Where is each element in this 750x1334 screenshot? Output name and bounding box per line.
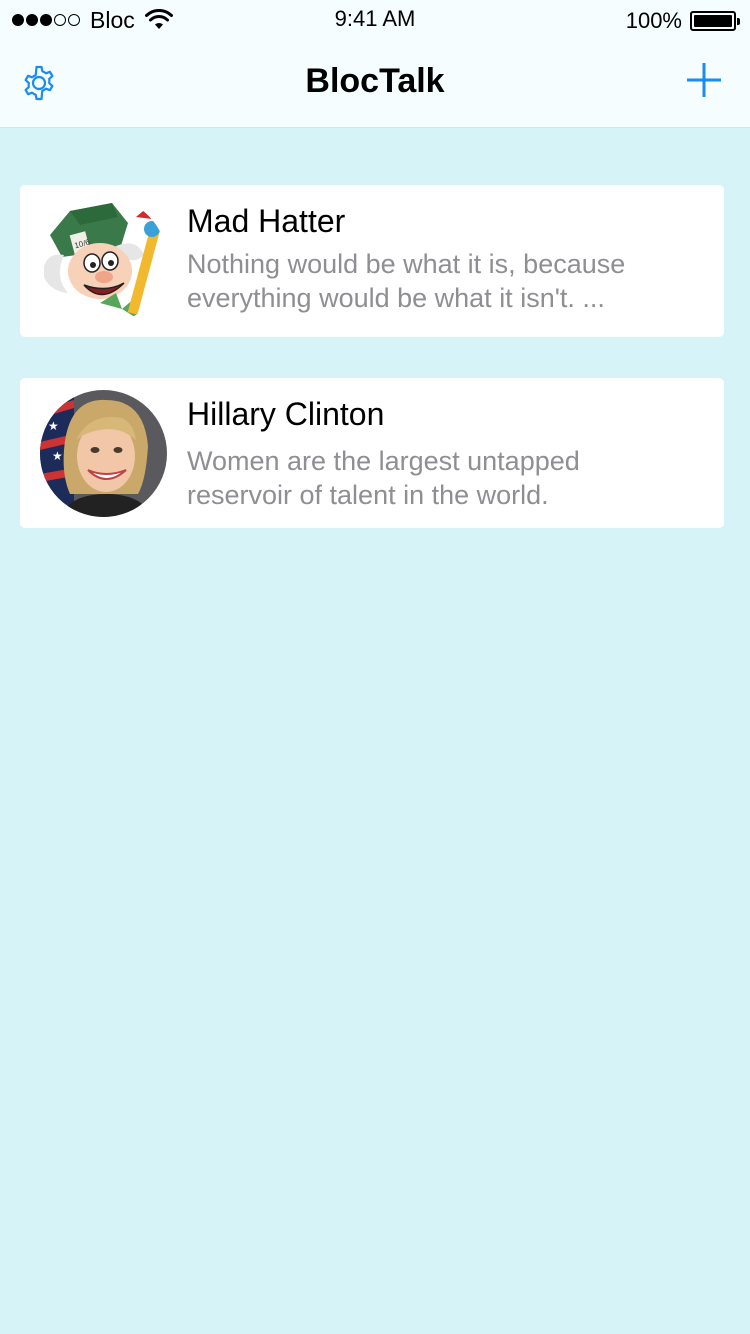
avatar: 10/6	[40, 197, 167, 324]
avatar: ★ ★	[40, 390, 167, 517]
conversation-card[interactable]: ★ ★ Hillary Clinton Women are the larges…	[20, 378, 724, 528]
navigation-bar: BlocTalk	[0, 40, 750, 128]
conversation-name: Hillary Clinton	[187, 396, 385, 432]
conversation-preview: Nothing would be what it is, because eve…	[187, 247, 707, 315]
svg-text:★: ★	[52, 449, 63, 463]
battery-percentage: 100%	[625, 8, 682, 33]
preview-line: reservoir of talent in the world.	[187, 480, 549, 510]
status-bar: Bloc 9:41 AM 100%	[0, 0, 750, 40]
preview-line: Women are the largest untapped	[187, 446, 580, 476]
plus-icon	[687, 63, 721, 97]
battery-icon	[690, 11, 740, 31]
status-right: 100%	[625, 8, 740, 34]
conversation-list: 10/6 Mad Hatter Nothing would be what it…	[20, 185, 724, 528]
add-button[interactable]	[684, 60, 724, 100]
conversation-name: Mad Hatter	[187, 203, 346, 239]
conversation-preview: Women are the largest untapped reservoir…	[187, 444, 707, 512]
preview-line: Nothing would be what it is, because	[187, 249, 626, 279]
svg-text:★: ★	[48, 419, 59, 433]
conversation-card[interactable]: 10/6 Mad Hatter Nothing would be what it…	[20, 185, 724, 337]
page-title: BlocTalk	[305, 62, 445, 100]
preview-line: everything would be what it isn't. ...	[187, 283, 605, 313]
